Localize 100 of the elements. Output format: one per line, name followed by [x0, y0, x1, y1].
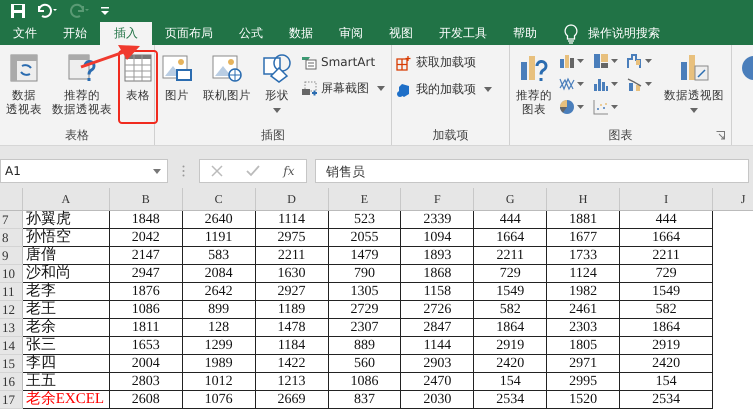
shapes-icon [261, 52, 293, 84]
table-cell: 1864 [474, 318, 547, 336]
combo-chart-icon [627, 76, 643, 92]
column-header[interactable]: A [22, 188, 110, 210]
table-cell: 王五 [22, 372, 110, 390]
ribbon-button[interactable]: 屏幕截图 [299, 78, 387, 99]
table-cell: 1549 [620, 282, 713, 300]
treemap-icon [593, 53, 609, 69]
table-cell: 1086 [109, 300, 182, 318]
table-cell: 李四 [22, 354, 110, 372]
table-cell: 2803 [109, 372, 182, 390]
ribbon-button[interactable]: SmartArt [299, 52, 387, 72]
table-cell: 1299 [182, 336, 256, 354]
row-header[interactable]: 17 [0, 390, 22, 408]
table-cell: 1893 [400, 246, 474, 264]
table-cell: 2975 [255, 228, 328, 246]
row-header[interactable]: 13 [0, 318, 22, 336]
ribbon-tab[interactable]: 开发工具 [426, 22, 500, 45]
table-cell: 2919 [620, 336, 713, 354]
row-header[interactable]: 16 [0, 372, 22, 390]
ribbon-button[interactable]: 推荐的 图表 [512, 50, 556, 121]
table-cell: 1479 [328, 246, 401, 264]
table-cell: 1124 [546, 264, 620, 282]
table-cell: 2042 [109, 228, 182, 246]
row-header[interactable]: 11 [0, 282, 22, 300]
ribbon-tab[interactable]: 页面布局 [152, 22, 226, 45]
button-label: 推荐的 [516, 89, 552, 102]
insert-function-button[interactable]: fx [283, 164, 295, 178]
column-header[interactable]: C [182, 188, 256, 210]
table-cell: 2420 [474, 354, 547, 372]
scatter-chart-icon [593, 99, 609, 115]
table-cell: 1076 [182, 390, 256, 408]
column-header[interactable]: J [712, 188, 753, 210]
table-cell: 老李 [22, 282, 110, 300]
ribbon-button[interactable]: 数据 透视表 [2, 50, 46, 121]
table-cell: 2211 [620, 246, 713, 264]
table-cell: 729 [474, 264, 547, 282]
undo-icon[interactable] [36, 3, 58, 19]
table-cell: 1189 [255, 300, 328, 318]
name-box[interactable]: A1 [0, 159, 168, 183]
formula-field[interactable]: 销售员 [315, 159, 749, 183]
ribbon-tab[interactable]: 审阅 [326, 22, 376, 45]
column-header[interactable]: H [546, 188, 620, 210]
table-cell: 1184 [255, 336, 328, 354]
column-header[interactable]: D [255, 188, 328, 210]
row-header[interactable]: 15 [0, 354, 22, 372]
ribbon-button[interactable]: 获取加载项 [394, 52, 494, 73]
tell-me-search[interactable]: 操作说明搜索 [588, 25, 660, 42]
screenshot-icon [301, 80, 317, 96]
column-header[interactable]: E [328, 188, 401, 210]
table-cell: 560 [328, 354, 401, 372]
ribbon-tab[interactable]: 插入 [100, 22, 152, 45]
ribbon-button[interactable]: 图片 [157, 50, 197, 107]
ribbon-tab[interactable]: 公式 [226, 22, 276, 45]
table-cell: 582 [474, 300, 547, 318]
button-label: 形状 [265, 89, 289, 102]
table-cell: 1213 [255, 372, 328, 390]
table-cell: 老王 [22, 300, 110, 318]
ribbon-tab[interactable]: 开始 [50, 22, 100, 45]
dialog-launcher-icon[interactable] [716, 131, 725, 140]
table-cell: 1811 [109, 318, 182, 336]
table-cell: 2307 [328, 318, 401, 336]
save-icon[interactable] [10, 3, 26, 19]
ribbon-button[interactable]: 我的加载项 [394, 79, 494, 100]
ribbon-button[interactable]: 推荐的 数据透视表 [48, 50, 116, 121]
customize-icon[interactable] [100, 5, 110, 17]
row-header[interactable]: 12 [0, 300, 22, 318]
column-header[interactable]: G [474, 188, 547, 210]
table-cell: 2339 [400, 210, 474, 228]
table-cell: 1989 [182, 354, 256, 372]
row-header[interactable]: 9 [0, 246, 22, 264]
grid-plus-icon [396, 54, 412, 70]
ribbon-button[interactable]: 形状 [257, 50, 297, 117]
table-cell: 1478 [255, 318, 328, 336]
table-cell: 1114 [255, 210, 328, 228]
ribbon-tab[interactable]: 帮助 [500, 22, 550, 45]
column-header[interactable]: I [620, 188, 713, 210]
table-cell: 2420 [620, 354, 713, 372]
table-cell: 1520 [546, 390, 620, 408]
row-header[interactable]: 14 [0, 336, 22, 354]
table-cell: 583 [182, 246, 256, 264]
table-cell: 2847 [400, 318, 474, 336]
table-cell: 1677 [546, 228, 620, 246]
ribbon-button[interactable]: 表格 [118, 50, 158, 124]
table-cell: 2927 [255, 282, 328, 300]
column-header[interactable]: F [400, 188, 474, 210]
ribbon-tab[interactable]: 视图 [376, 22, 426, 45]
table-cell: 2211 [474, 246, 547, 264]
row-header[interactable]: 7 [0, 210, 22, 228]
ribbon-tab[interactable]: 文件 [0, 22, 50, 45]
table-cell: 1876 [109, 282, 182, 300]
table-cell: 1653 [109, 336, 182, 354]
ribbon-button[interactable]: 联机图片 [199, 50, 255, 107]
pivot-table-icon [8, 52, 40, 84]
table-cell: 孙翼虎 [22, 210, 110, 228]
ribbon-tab[interactable]: 数据 [276, 22, 326, 45]
row-header[interactable]: 10 [0, 264, 22, 282]
ribbon-button[interactable]: 数据透视图 [660, 50, 728, 117]
column-header[interactable]: B [109, 188, 182, 210]
row-header[interactable]: 8 [0, 228, 22, 246]
